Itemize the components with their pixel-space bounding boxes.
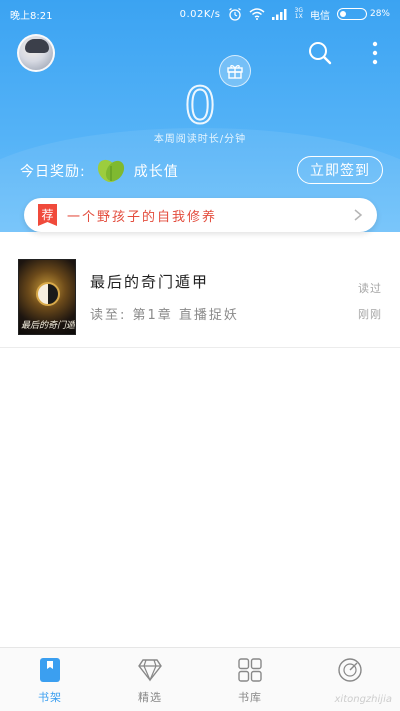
book-read-status: 读过 (358, 282, 382, 295)
book-read-time: 刚刚 (358, 308, 382, 321)
nav-bookshelf[interactable]: 书架 (0, 648, 100, 711)
diamond-icon (138, 659, 162, 682)
status-time: 晚上8:21 (10, 10, 53, 22)
reward-label: 今日奖励: (20, 164, 86, 180)
bookshelf-item[interactable]: 最后的奇门遁甲 最后的奇门遁甲 读至: 第1章 直播捉妖 读过 刚刚 (0, 254, 400, 348)
battery-icon (336, 8, 367, 20)
status-right: 0.02K/s 3G 1X 电信 28% (180, 7, 390, 22)
yin-yang-icon (36, 282, 60, 306)
network-type: 3G 1X (295, 8, 303, 20)
reward-value: 成长值 (133, 164, 179, 180)
search-button[interactable] (307, 40, 333, 66)
nav-library[interactable]: 书库 (200, 648, 300, 711)
nav-library-label: 书库 (238, 691, 262, 704)
book-cover: 最后的奇门遁甲 (18, 259, 76, 335)
alarm-icon (228, 7, 241, 21)
status-bar: 晚上8:21 0.02K/s 3G 1X 电信 28% (0, 0, 400, 28)
signal-icon (271, 9, 287, 20)
weekly-read-time-value: 0 (183, 76, 217, 136)
wifi-icon (249, 8, 265, 20)
nav-featured-label: 精选 (138, 691, 162, 704)
search-icon (309, 42, 332, 65)
battery: 28% (336, 8, 390, 20)
recommend-banner[interactable]: 荐 一个野孩子的自我修养 (24, 198, 377, 232)
nav-bookshelf-label: 书架 (38, 691, 62, 704)
discover-icon (338, 658, 362, 682)
chevron-right-icon (354, 209, 363, 221)
watermark: xitongzhijia (334, 694, 392, 705)
carrier-name: 电信 (309, 10, 330, 22)
more-vertical-icon (372, 41, 378, 65)
status-net-speed: 0.02K/s (179, 8, 221, 20)
book-progress: 读至: 第1章 直播捉妖 (90, 308, 239, 323)
bookshelf-icon (40, 658, 60, 682)
book-title: 最后的奇门遁甲 (90, 273, 210, 291)
book-cover-title: 最后的奇门遁甲 (21, 321, 75, 331)
more-button[interactable] (362, 40, 388, 66)
weekly-read-time-label: 本周阅读时长/分钟 (153, 134, 247, 145)
nav-featured[interactable]: 精选 (100, 648, 200, 711)
recommend-badge: 荐 (38, 204, 57, 226)
signin-button[interactable]: 立即签到 (297, 156, 383, 184)
network-type-bottom: 1X (294, 13, 303, 20)
leaf-icon (96, 154, 126, 188)
reward-row: 今日奖励: 成长值 (20, 156, 179, 186)
recommend-text: 一个野孩子的自我修养 (67, 209, 218, 225)
battery-percent: 28% (369, 9, 390, 19)
grid-icon (238, 658, 262, 682)
avatar-image (25, 39, 49, 53)
avatar[interactable] (17, 34, 55, 72)
